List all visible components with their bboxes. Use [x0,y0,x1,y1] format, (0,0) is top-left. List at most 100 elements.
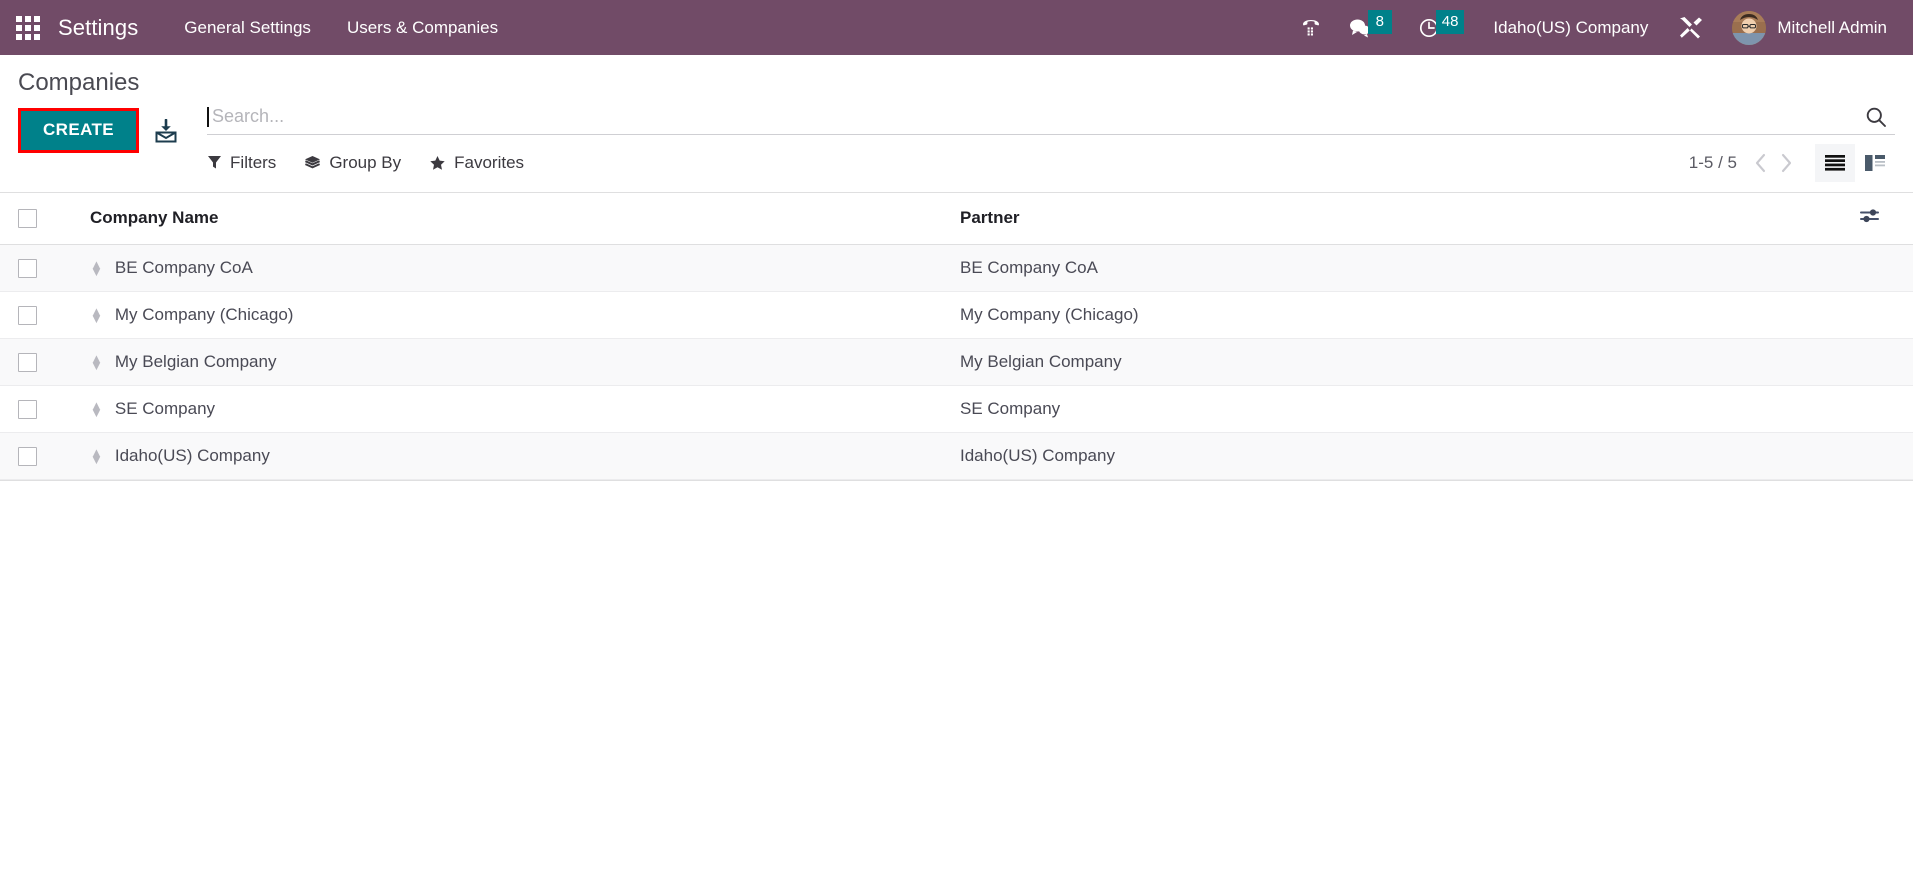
table-row[interactable]: ▲ ▼ My Company (Chicago) My Company (Chicag… [0,291,1913,339]
developer-tools-button[interactable] [1664,0,1718,55]
row-checkbox[interactable] [18,305,37,325]
row-select-cell [0,291,68,339]
star-icon [429,155,446,171]
user-name: Mitchell Admin [1777,17,1887,37]
company-switcher[interactable]: Idaho(US) Company [1477,0,1664,55]
group-by-label: Group By [329,152,402,172]
row-checkbox[interactable] [18,399,37,419]
navbar-systray: 8 48 Idaho(US) Company Mitchell Admin [1287,0,1895,55]
messaging-button[interactable]: 8 [1335,0,1405,55]
row-trailing-cell [1851,291,1913,339]
voip-phone-button[interactable] [1287,0,1335,55]
company-name-text: Idaho(US) Company [114,445,270,465]
import-records-icon [155,118,177,143]
cell-partner[interactable]: My Belgian Company [948,338,1851,386]
filters-dropdown[interactable]: Filters [207,151,290,175]
cell-partner[interactable]: My Company (Chicago) [948,291,1851,339]
company-name-text: My Belgian Company [114,351,277,371]
drag-handle-icon[interactable]: ▲ ▼ [90,258,103,278]
list-view-icon [1825,154,1845,171]
apps-grid-icon [16,15,40,40]
drag-handle-icon[interactable]: ▲ ▼ [90,305,103,325]
breadcrumb: Companies [18,69,140,96]
cell-company-name[interactable]: ▲ ▼ BE Company CoA [68,244,948,292]
drag-handle-icon[interactable]: ▲ ▼ [90,399,103,419]
search-icon [1866,107,1886,127]
optional-columns-header [1851,192,1913,245]
app-name[interactable]: Settings [58,15,138,41]
cell-partner[interactable]: BE Company CoA [948,244,1851,292]
nav-menu-users-and-companies[interactable]: Users & Companies [329,0,516,55]
avatar [1732,10,1767,45]
activities-counter-badge: 48 [1435,9,1465,34]
drag-handle-icon[interactable]: ▲ ▼ [90,352,103,372]
user-menu-button[interactable]: Mitchell Admin [1718,0,1895,55]
row-checkbox[interactable] [18,258,37,278]
voip-phone-icon [1302,19,1319,35]
drag-handle-icon[interactable]: ▲ ▼ [90,446,103,466]
kanban-view-button[interactable] [1855,144,1895,182]
row-trailing-cell [1851,244,1913,292]
favorites-label: Favorites [454,152,525,172]
row-checkbox[interactable] [18,446,37,466]
control-panel-body: CREATE Search... Filters Group By Favori… [0,98,1913,192]
messaging-counter-badge: 8 [1367,9,1392,34]
row-trailing-cell [1851,432,1913,480]
cell-company-name[interactable]: ▲ ▼ My Company (Chicago) [68,291,948,339]
table-row[interactable]: ▲ ▼ SE Company SE Company [0,385,1913,433]
import-records-button[interactable] [155,118,177,143]
search-dropdown-row: Filters Group By Favorites 1-5 / 5 [207,135,1895,192]
cell-company-name[interactable]: ▲ ▼ SE Company [68,385,948,433]
apps-menu-button[interactable] [8,0,48,55]
list-view-button[interactable] [1815,143,1855,182]
control-panel-buttons: CREATE [18,98,177,154]
chevron-right-icon [1781,153,1791,172]
group-by-dropdown[interactable]: Group By [304,151,415,175]
table-row[interactable]: ▲ ▼ Idaho(US) Company Idaho(US) Company [0,432,1913,480]
row-select-cell [0,338,68,386]
cell-partner[interactable]: Idaho(US) Company [948,432,1851,480]
company-name-text: My Company (Chicago) [114,304,294,324]
nav-menu-general-settings[interactable]: General Settings [166,0,329,55]
select-all-header [0,192,68,245]
cell-company-name[interactable]: ▲ ▼ My Belgian Company [68,338,948,386]
list-view: Company Name Partner ▲ ▼ BE Company CoA BE … [0,192,1913,480]
search-input[interactable] [209,106,1851,128]
pager-previous-button[interactable] [1747,148,1773,178]
pager-value[interactable]: 1-5 / 5 [1689,153,1737,173]
favorites-dropdown[interactable]: Favorites [429,151,538,175]
searchview[interactable] [207,106,1895,135]
kanban-view-icon [1865,154,1885,171]
cell-partner[interactable]: SE Company [948,385,1851,433]
column-options-sliders-icon [1860,209,1879,222]
table-header-row: Company Name Partner [0,192,1913,245]
filter-funnel-icon [207,155,222,170]
control-panel-top-row: Companies [0,55,1913,98]
column-header-company-name[interactable]: Company Name [68,192,948,245]
top-navbar: Settings General Settings Users & Compan… [0,0,1913,55]
search-submit-button[interactable] [1851,106,1895,128]
activities-button[interactable]: 48 [1405,0,1478,55]
company-name-text: SE Company [114,398,216,418]
cell-company-name[interactable]: ▲ ▼ Idaho(US) Company [68,432,948,480]
row-select-cell [0,432,68,480]
row-checkbox[interactable] [18,352,37,372]
column-header-partner[interactable]: Partner [948,192,1851,245]
chevron-left-icon [1755,153,1765,172]
company-name-text: BE Company CoA [114,257,253,277]
table-row[interactable]: ▲ ▼ My Belgian Company My Belgian Company [0,338,1913,386]
empty-page-area [0,479,1913,885]
tools-wrench-icon [1680,16,1703,38]
user-avatar-image [1732,10,1767,45]
optional-columns-button[interactable] [1859,207,1881,225]
row-select-cell [0,385,68,433]
layers-group-icon [304,155,321,171]
control-panel: Companies CREATE Search... Filters Group… [0,55,1913,193]
table-header: Company Name Partner [0,192,1913,245]
create-button[interactable]: CREATE [21,110,137,151]
select-all-checkbox[interactable] [18,209,37,229]
filters-label: Filters [230,152,277,172]
table-row[interactable]: ▲ ▼ BE Company CoA BE Company CoA [0,244,1913,292]
row-trailing-cell [1851,385,1913,433]
pager-next-button[interactable] [1773,148,1799,178]
